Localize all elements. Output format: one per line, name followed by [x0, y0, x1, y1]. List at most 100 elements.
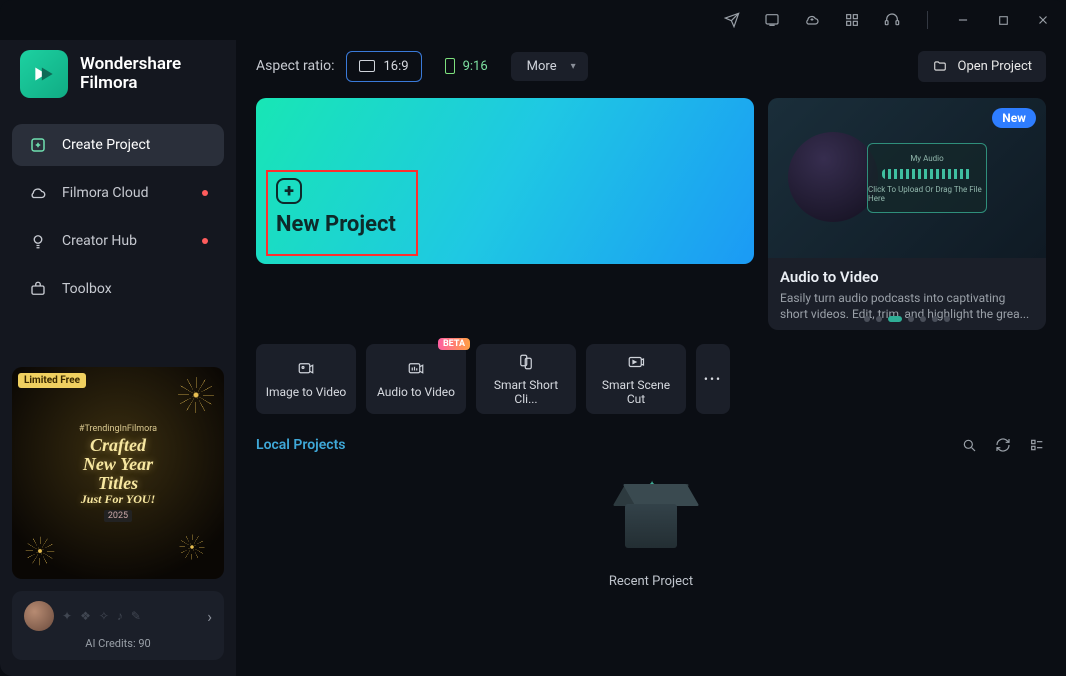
- firework-icon: [179, 534, 204, 559]
- toolbox-icon: [28, 280, 48, 298]
- dot-icon[interactable]: [864, 316, 870, 322]
- tool-smart-scene-cut[interactable]: Smart Scene Cut: [586, 344, 686, 414]
- tool-label: Audio to Video: [377, 385, 455, 399]
- dot-icon[interactable]: [932, 316, 938, 322]
- support-icon[interactable]: [883, 11, 901, 29]
- open-project-button[interactable]: Open Project: [918, 51, 1047, 82]
- more-ratios-button[interactable]: More ▾: [511, 52, 588, 81]
- folder-icon: [932, 59, 948, 73]
- minimize-icon[interactable]: [954, 11, 972, 29]
- sidebar-item-label: Creator Hub: [62, 233, 137, 249]
- cloud-upload-icon[interactable]: [803, 11, 821, 29]
- empty-state: ✦ Recent Project: [256, 454, 1046, 666]
- promo-line: New Year: [83, 455, 153, 474]
- hero-row: + New Project New My Audio Click To Uplo…: [256, 98, 1046, 330]
- sidebar-item-filmora-cloud[interactable]: Filmora Cloud: [12, 172, 224, 214]
- ratio-9-16-button[interactable]: 9:16: [432, 50, 501, 82]
- audio-mock-title: My Audio: [910, 154, 943, 163]
- sidebar-item-label: Create Project: [62, 137, 150, 153]
- aspect-ratio-label: Aspect ratio:: [256, 58, 334, 74]
- audio-mock-panel: My Audio Click To Upload Or Drag The Fil…: [867, 143, 987, 213]
- sidebar-item-label: Toolbox: [62, 281, 112, 297]
- credits-label: AI Credits: 90: [24, 637, 212, 650]
- dot-icon[interactable]: [908, 316, 914, 322]
- sidebar-item-creator-hub[interactable]: Creator Hub: [12, 220, 224, 262]
- sidebar-item-label: Filmora Cloud: [62, 185, 148, 201]
- local-projects-header: Local Projects: [256, 436, 1046, 454]
- search-icon[interactable]: [960, 436, 978, 454]
- more-label: More: [527, 59, 557, 74]
- credits-mini-icons: ✦ ❖ ✧ ♪ ✎: [62, 609, 141, 623]
- ratio-landscape-icon: [359, 60, 375, 72]
- firework-icon: [178, 377, 214, 413]
- refresh-icon[interactable]: [994, 436, 1012, 454]
- aspect-toolbar: Aspect ratio: 16:9 9:16 More ▾ Open Proj…: [256, 50, 1046, 82]
- promo-card[interactable]: Limited Free #TrendingInFilmora Crafted …: [12, 367, 224, 579]
- firework-icon: [26, 537, 55, 566]
- create-icon: [28, 136, 48, 154]
- list-view-icon[interactable]: [1028, 436, 1046, 454]
- new-project-hero[interactable]: + New Project: [256, 98, 754, 264]
- waveform-icon: [882, 169, 972, 179]
- credits-card[interactable]: ✦ ❖ ✧ ♪ ✎ › AI Credits: 90: [12, 591, 224, 660]
- image-to-video-icon: [294, 359, 318, 379]
- tool-smart-short-clip[interactable]: Smart Short Cli...: [476, 344, 576, 414]
- tool-audio-to-video[interactable]: BETA Audio to Video: [366, 344, 466, 414]
- apps-icon[interactable]: [843, 11, 861, 29]
- promo-line: Just For YOU!: [81, 493, 155, 506]
- logo-line1: Wondershare: [80, 55, 181, 74]
- more-dots-icon: •••: [704, 372, 722, 386]
- promo-sub: #TrendingInFilmora: [79, 424, 157, 434]
- mini-icon: ❖: [80, 609, 91, 623]
- tool-label: Image to Video: [266, 385, 347, 399]
- mini-icon: ✦: [62, 609, 72, 623]
- mini-icon: ♪: [117, 609, 123, 623]
- ratio-16-9-button[interactable]: 16:9: [346, 51, 421, 82]
- tool-label: Smart Scene Cut: [592, 378, 680, 406]
- titlebar: [0, 0, 1066, 40]
- maximize-icon[interactable]: [994, 11, 1012, 29]
- promo-line: Titles: [98, 474, 138, 493]
- tool-label: Smart Short Cli...: [482, 378, 570, 406]
- sidebar: Wondershare Filmora Create Project Filmo…: [0, 40, 236, 676]
- audio-to-video-icon: [404, 359, 428, 379]
- ratio-portrait-icon: [445, 58, 455, 74]
- main: Wondershare Filmora Create Project Filmo…: [0, 40, 1066, 676]
- ratio-label: 9:16: [463, 59, 488, 74]
- sidebar-item-toolbox[interactable]: Toolbox: [12, 268, 224, 310]
- dot-icon[interactable]: [944, 316, 950, 322]
- export-icon[interactable]: [763, 11, 781, 29]
- promo-line: Crafted: [90, 436, 146, 455]
- dot-icon[interactable]: [876, 316, 882, 322]
- dot-icon[interactable]: [920, 316, 926, 322]
- audio-mock-sub: Click To Upload Or Drag The File Here: [868, 185, 986, 203]
- app-window: Wondershare Filmora Create Project Filmo…: [0, 0, 1066, 676]
- cloud-icon: [28, 184, 48, 202]
- new-project-title: New Project: [276, 212, 408, 237]
- feature-title: Audio to Video: [780, 268, 1034, 286]
- carousel-dots[interactable]: [864, 316, 950, 322]
- notification-dot-icon: [202, 190, 208, 196]
- send-icon[interactable]: [723, 11, 741, 29]
- chevron-down-icon: ▾: [571, 61, 576, 72]
- sidebar-item-create-project[interactable]: Create Project: [12, 124, 224, 166]
- headphone-graphic-icon: [788, 132, 878, 222]
- logo-line2: Filmora: [80, 74, 181, 93]
- tool-image-to-video[interactable]: Image to Video: [256, 344, 356, 414]
- open-project-label: Open Project: [958, 59, 1033, 74]
- feature-image: New My Audio Click To Upload Or Drag The…: [768, 98, 1046, 258]
- notification-dot-icon: [202, 238, 208, 244]
- beta-badge: BETA: [438, 338, 470, 350]
- ratio-label: 16:9: [383, 59, 408, 74]
- close-icon[interactable]: [1034, 11, 1052, 29]
- scene-cut-icon: [624, 352, 648, 372]
- dot-icon[interactable]: [888, 316, 902, 322]
- section-title: Local Projects: [256, 437, 346, 453]
- smart-short-icon: [514, 352, 538, 372]
- feature-card-audio-to-video[interactable]: New My Audio Click To Upload Or Drag The…: [768, 98, 1046, 330]
- plus-icon: +: [276, 178, 302, 204]
- empty-label: Recent Project: [609, 574, 693, 589]
- mini-icon: ✧: [99, 609, 109, 623]
- promo-ribbon: Limited Free: [18, 373, 86, 388]
- more-tools-button[interactable]: •••: [696, 344, 730, 414]
